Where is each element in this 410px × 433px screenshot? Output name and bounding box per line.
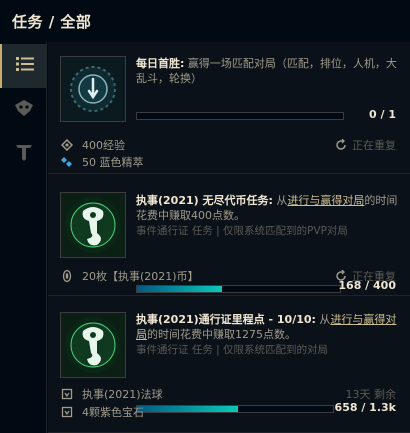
repeat-status: 正在重复 — [335, 268, 396, 284]
reward-item: 4颗紫色宝石 — [60, 404, 144, 420]
mission-subtext: 事件通行证 任务 | 仅限系统匹配到的对局 — [136, 344, 329, 356]
mission-subtext: 事件通行证 任务 | 仅限系统匹配到的PVP对局 — [136, 225, 348, 237]
gem-icon — [60, 405, 74, 419]
progress-value: 0 / 1 — [369, 108, 396, 121]
reward-label: 执事(2021)法球 — [82, 388, 163, 401]
reward-label: 20枚【执事(2021)币】 — [82, 270, 199, 283]
page-title: 任务 / 全部 — [12, 13, 92, 31]
progress-value: 658 / 1.3k — [334, 401, 396, 414]
tft-icon — [13, 142, 35, 166]
mission-list: 每日首胜: 赢得一场匹配对局（匹配，排位，人机，大乱斗，轮换） 0 / 1 40… — [48, 42, 410, 433]
blue-essence-icon — [60, 155, 74, 169]
reward-item: 执事(2021)法球 — [60, 386, 163, 402]
mission-title: 执事(2021) 无尽代币任务: — [136, 194, 273, 207]
token-icon — [60, 269, 74, 283]
reward-label: 50 蓝色精萃 — [82, 156, 144, 169]
reward-item: 20枚【执事(2021)币】 — [60, 268, 199, 284]
first-win-icon — [60, 56, 126, 122]
mission-title: 执事(2021)通行证里程点 - 10/10: — [136, 313, 316, 326]
reward-label: 4颗紫色宝石 — [82, 406, 144, 419]
repeat-status: 正在重复 — [335, 137, 396, 153]
progress-fill — [137, 286, 223, 292]
xp-icon — [60, 138, 74, 152]
mission-description: 执事(2021)通行证里程点 - 10/10: 从进行与赢得对局的时间花费中赚取… — [136, 312, 398, 358]
status-label: 13天 剩余 — [345, 388, 397, 401]
tab-monster[interactable] — [0, 88, 47, 132]
mission-desc: 的时间花费中赚取1275点数。 — [147, 328, 296, 341]
progress-bar — [136, 112, 344, 120]
sidebar — [0, 42, 47, 433]
mission-description: 每日首胜: 赢得一场匹配对局（匹配，排位，人机，大乱斗，轮换） — [136, 56, 398, 86]
reward-item: 400经验 — [60, 137, 125, 153]
event-pass-icon — [60, 312, 126, 378]
header: 任务 / 全部 — [0, 0, 410, 42]
status-label: 正在重复 — [352, 139, 396, 152]
progress-bar — [136, 285, 341, 293]
monster-icon — [13, 98, 35, 122]
status-label: 正在重复 — [352, 270, 396, 283]
mission-title: 每日首胜: — [136, 57, 185, 70]
event-pass-icon — [60, 192, 126, 258]
repeat-icon — [335, 139, 347, 151]
tab-all-missions[interactable] — [0, 44, 47, 88]
tab-tft[interactable] — [0, 132, 47, 176]
mission-link[interactable]: 进行与赢得对局 — [287, 194, 364, 207]
repeat-icon — [335, 270, 347, 282]
reward-item: 50 蓝色精萃 — [60, 154, 144, 170]
reward-label: 400经验 — [82, 139, 125, 152]
list-icon — [15, 56, 35, 76]
mission-card[interactable]: 每日首胜: 赢得一场匹配对局（匹配，排位，人机，大乱斗，轮换） 0 / 1 40… — [48, 42, 410, 174]
progress-fill — [137, 406, 239, 412]
mission-desc: 从 — [315, 313, 331, 326]
orb-icon — [60, 387, 74, 401]
time-remaining: 13天 剩余 — [346, 386, 397, 402]
progress-bar — [136, 405, 334, 413]
mission-description: 执事(2021) 无尽代币任务: 从进行与赢得对局的时间花费中赚取400点数。 … — [136, 193, 398, 239]
mission-desc: 从 — [272, 194, 288, 207]
